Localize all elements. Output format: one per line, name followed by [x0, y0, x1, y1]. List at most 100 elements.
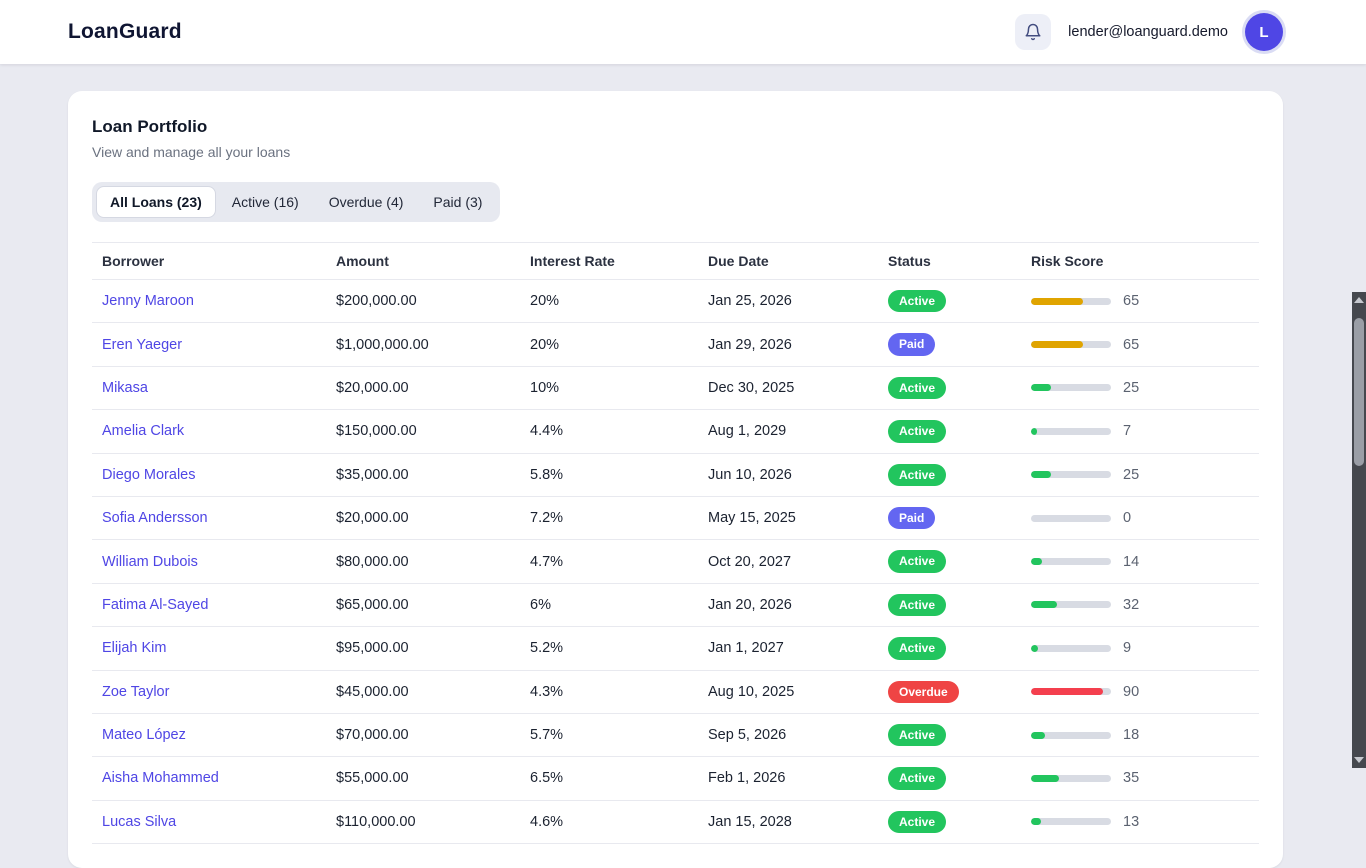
- scroll-down-arrow-icon[interactable]: [1354, 757, 1364, 763]
- header-right-cluster: lender@loanguard.demo L: [1015, 13, 1283, 51]
- due-date: Jan 1, 2027: [708, 640, 784, 657]
- tab-active-16[interactable]: Active (16): [218, 186, 313, 218]
- table-row: Aisha Mohammed $55,000.00 6.5% Feb 1, 20…: [92, 757, 1259, 801]
- due-date: May 15, 2025: [708, 510, 796, 527]
- interest-rate: 20%: [530, 293, 560, 310]
- table-row: Zoe Taylor $45,000.00 4.3% Aug 10, 2025 …: [92, 671, 1259, 714]
- loan-amount: $110,000.00: [336, 813, 416, 830]
- interest-rate: 7.2%: [530, 510, 564, 527]
- risk-bar: [1031, 731, 1111, 739]
- page-title: Loan Portfolio: [92, 117, 208, 136]
- borrower-link[interactable]: Mikasa: [102, 380, 148, 396]
- risk-bar-fill: [1031, 427, 1037, 435]
- app-header: LoanGuard lender@loanguard.demo L: [0, 0, 1366, 64]
- loan-amount: $65,000.00: [336, 596, 409, 613]
- due-date: Aug 1, 2029: [708, 423, 787, 440]
- interest-rate: 10%: [530, 379, 560, 396]
- interest-rate: 5.2%: [530, 640, 564, 657]
- user-email: lender@loanguard.demo: [1068, 24, 1228, 40]
- interest-rate: 6.5%: [530, 770, 564, 787]
- risk-bar-fill: [1031, 297, 1083, 305]
- table-body: Jenny Maroon $200,000.00 20% Jan 25, 202…: [92, 280, 1259, 845]
- status-badge: Active: [888, 723, 947, 747]
- scrollbar[interactable]: [1352, 292, 1366, 768]
- brand-logo[interactable]: LoanGuard: [68, 20, 182, 44]
- interest-rate: 4.6%: [530, 813, 564, 830]
- interest-rate: 20%: [530, 336, 560, 353]
- borrower-link[interactable]: Mateo López: [102, 727, 186, 743]
- loan-amount: $95,000.00: [336, 640, 409, 657]
- status-badge: Paid: [888, 333, 936, 356]
- due-date: Jun 10, 2026: [708, 466, 792, 483]
- loan-amount: $55,000.00: [336, 770, 409, 787]
- column-header-status: Status: [888, 253, 931, 269]
- interest-rate: 5.8%: [530, 466, 564, 483]
- table-header-row: Borrower Amount Interest Rate Due Date Statu…: [92, 242, 1259, 280]
- status-badge: Active: [888, 376, 947, 400]
- status-badge: Active: [888, 550, 947, 573]
- bell-icon: [1024, 23, 1042, 41]
- risk-score: 9: [1123, 640, 1132, 657]
- due-date: Aug 10, 2025: [708, 683, 795, 700]
- risk-bar-fill: [1031, 558, 1043, 566]
- due-date: Jan 20, 2026: [708, 596, 792, 613]
- risk-bar-fill: [1031, 688, 1103, 696]
- borrower-link[interactable]: Diego Morales: [102, 467, 196, 483]
- due-date: Jan 15, 2028: [708, 813, 792, 830]
- column-header-risk-score: Risk Score: [1031, 253, 1104, 269]
- status-badge: Overdue: [888, 680, 959, 703]
- interest-rate: 5.7%: [530, 727, 564, 744]
- tab-paid-3[interactable]: Paid (3): [419, 186, 496, 218]
- borrower-link[interactable]: Sofia Andersson: [102, 510, 208, 526]
- status-badge: Active: [888, 420, 947, 443]
- borrower-link[interactable]: Eren Yaeger: [102, 337, 182, 353]
- borrower-link[interactable]: William Dubois: [102, 554, 198, 570]
- risk-score: 18: [1123, 727, 1140, 744]
- status-badge: Active: [888, 463, 947, 486]
- column-header-borrower: Borrower: [102, 253, 165, 269]
- borrower-link[interactable]: Fatima Al-Sayed: [102, 597, 208, 613]
- risk-bar-fill: [1031, 341, 1083, 349]
- borrower-link[interactable]: Jenny Maroon: [102, 293, 194, 309]
- risk-bar: [1031, 384, 1111, 392]
- column-header-due-date: Due Date: [708, 253, 769, 269]
- table-row: Diego Morales $35,000.00 5.8% Jun 10, 20…: [92, 454, 1259, 497]
- due-date: Jan 25, 2026: [708, 293, 792, 310]
- notifications-button[interactable]: [1015, 14, 1052, 50]
- main-content: Loan Portfolio View and manage all your …: [0, 91, 1366, 868]
- due-date: Dec 30, 2025: [708, 379, 795, 396]
- column-header-interest-rate: Interest Rate: [530, 253, 615, 269]
- loan-amount: $150,000.00: [336, 423, 417, 440]
- risk-bar: [1031, 774, 1111, 782]
- table-row: Sofia Andersson $20,000.00 7.2% May 15, …: [92, 497, 1259, 541]
- tab-overdue-4[interactable]: Overdue (4): [315, 186, 418, 218]
- scroll-up-arrow-icon[interactable]: [1354, 297, 1364, 303]
- scrollbar-thumb[interactable]: [1354, 318, 1364, 466]
- loan-amount: $200,000.00: [336, 293, 417, 310]
- due-date: Jan 29, 2026: [708, 336, 792, 353]
- risk-score: 32: [1123, 596, 1140, 613]
- borrower-link[interactable]: Aisha Mohammed: [102, 770, 219, 786]
- table-row: Mateo López $70,000.00 5.7% Sep 5, 2026 …: [92, 714, 1259, 758]
- risk-bar-fill: [1031, 471, 1051, 479]
- user-avatar[interactable]: L: [1245, 13, 1283, 51]
- risk-bar: [1031, 644, 1111, 652]
- table-row: Amelia Clark $150,000.00 4.4% Aug 1, 202…: [92, 410, 1259, 454]
- tab-all-loans-23[interactable]: All Loans (23): [96, 186, 216, 218]
- column-header-amount: Amount: [336, 253, 389, 269]
- risk-bar-fill: [1031, 731, 1046, 739]
- borrower-link[interactable]: Lucas Silva: [102, 814, 176, 830]
- risk-bar: [1031, 514, 1111, 522]
- status-badge: Active: [888, 810, 947, 834]
- borrower-link[interactable]: Amelia Clark: [102, 423, 184, 439]
- risk-score: 65: [1123, 293, 1140, 310]
- avatar-initial: L: [1259, 23, 1269, 41]
- table-row: Mikasa $20,000.00 10% Dec 30, 2025 Activ…: [92, 367, 1259, 411]
- interest-rate: 4.4%: [530, 423, 564, 440]
- risk-score: 65: [1123, 336, 1140, 353]
- borrower-link[interactable]: Zoe Taylor: [102, 684, 169, 700]
- status-badge: Active: [888, 637, 947, 660]
- borrower-link[interactable]: Elijah Kim: [102, 640, 166, 656]
- interest-rate: 4.7%: [530, 553, 564, 570]
- table-row: William Dubois $80,000.00 4.7% Oct 20, 2…: [92, 540, 1259, 584]
